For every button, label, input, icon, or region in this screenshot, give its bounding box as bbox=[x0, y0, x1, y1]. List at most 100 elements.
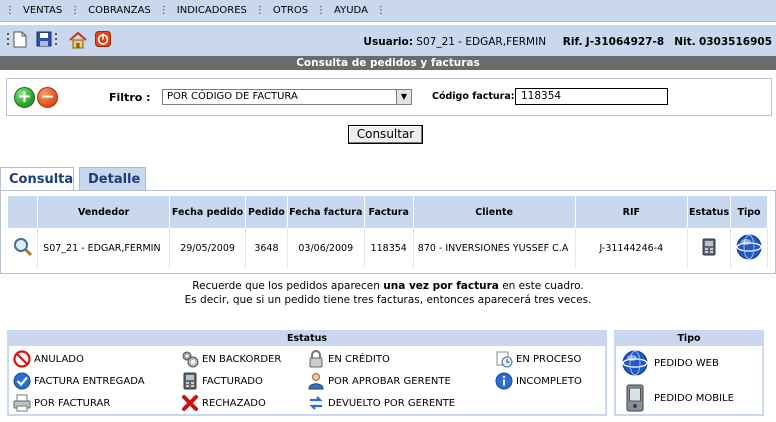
table-row[interactable]: S07_21 - EDGAR,FERMIN 29/05/2009 3648 03… bbox=[8, 228, 768, 268]
column-header: Vendedor bbox=[37, 196, 171, 228]
legend-item-devuelto: DEVUELTO POR GERENTE bbox=[307, 394, 455, 412]
legend-label: PEDIDO WEB bbox=[654, 357, 719, 369]
note-line-2: Es decir, que si un pedido tiene tres fa… bbox=[184, 294, 592, 306]
legend-item-web: PEDIDO WEB bbox=[622, 350, 719, 376]
column-header: Tipo bbox=[730, 196, 768, 228]
power-icon[interactable] bbox=[95, 31, 111, 48]
results-panel: Vendedor Fecha pedido Pedido Fecha factu… bbox=[0, 191, 776, 274]
menu-separator: ⋮ bbox=[70, 5, 81, 16]
globe-icon bbox=[622, 350, 648, 376]
rif-label: Rif. bbox=[562, 36, 583, 48]
menu-separator: ⋮ bbox=[5, 5, 15, 16]
status-legend: Estatus ANULADO EN BACKORDER EN CRÉDITO … bbox=[7, 330, 607, 416]
rif-cell: J-31144246-4 bbox=[575, 228, 689, 268]
checkmark-icon bbox=[13, 372, 31, 390]
lock-icon bbox=[307, 350, 325, 368]
rejected-icon bbox=[181, 394, 199, 412]
menu-separator: ⋮ bbox=[158, 5, 169, 16]
factura-cell: 118354 bbox=[364, 228, 414, 268]
column-header: Estatus bbox=[687, 196, 732, 228]
legend-label: EN PROCESO bbox=[516, 353, 582, 365]
returned-icon bbox=[307, 394, 325, 412]
note-text: Recuerde que los pedidos aparecen bbox=[192, 280, 384, 292]
pedido-web-icon bbox=[736, 234, 762, 263]
printer-icon bbox=[13, 394, 31, 412]
new-document-icon[interactable] bbox=[13, 31, 29, 48]
legend-item-rechazado: RECHAZADO bbox=[181, 394, 266, 412]
legend-item-proceso: EN PROCESO bbox=[495, 350, 581, 368]
menu-item-ayuda[interactable]: AYUDA bbox=[326, 5, 376, 16]
tab-consulta[interactable]: Consulta bbox=[0, 167, 74, 191]
manager-icon bbox=[307, 372, 325, 390]
filter-panel: + − Filtro : POR CÓDIGO DE FACTURA ▼ Cód… bbox=[6, 78, 772, 116]
fecha-factura-cell: 03/06/2009 bbox=[287, 228, 365, 268]
home-icon[interactable] bbox=[68, 31, 88, 49]
legend-label: EN BACKORDER bbox=[202, 353, 282, 365]
legend-item-anulado: ANULADO bbox=[13, 350, 84, 368]
legend-label: POR FACTURAR bbox=[34, 397, 111, 409]
legend-item-entregada: FACTURA ENTREGADA bbox=[13, 372, 145, 390]
remove-button[interactable]: − bbox=[37, 87, 58, 108]
legend-label: PEDIDO MOBILE bbox=[654, 392, 734, 404]
view-cell[interactable] bbox=[8, 228, 39, 268]
process-icon bbox=[495, 350, 513, 368]
facturado-icon bbox=[181, 372, 199, 390]
tab-detalle[interactable]: Detalle bbox=[79, 167, 146, 191]
consultar-button[interactable]: Consultar bbox=[348, 125, 423, 144]
table-header-row: Vendedor Fecha pedido Pedido Fecha factu… bbox=[8, 196, 768, 228]
nit-value: 0303516905 bbox=[698, 36, 772, 48]
column-header bbox=[8, 196, 39, 228]
filter-label: Filtro : bbox=[109, 91, 151, 104]
chevron-down-icon[interactable]: ▼ bbox=[396, 90, 411, 104]
legend-label: FACTURA ENTREGADA bbox=[34, 375, 145, 387]
nit-label: Nit. bbox=[674, 36, 696, 48]
invoice-code-input[interactable]: 118354 bbox=[515, 88, 668, 105]
legend-item-por-facturar: POR FACTURAR bbox=[13, 394, 110, 412]
column-header: Cliente bbox=[413, 196, 576, 228]
column-header: Factura bbox=[364, 196, 414, 228]
legend-label: FACTURADO bbox=[202, 375, 263, 387]
pedido-cell: 3648 bbox=[245, 228, 288, 268]
column-header: Fecha factura bbox=[287, 196, 365, 228]
menu-bar: ⋮ VENTAS ⋮ COBRANZAS ⋮ INDICADORES ⋮ OTR… bbox=[0, 0, 776, 22]
note-text: en este cuadro. bbox=[498, 280, 584, 292]
status-cell bbox=[687, 228, 732, 268]
status-legend-title: Estatus bbox=[9, 332, 605, 346]
tipo-cell bbox=[730, 228, 768, 268]
legend-item-credito: EN CRÉDITO bbox=[307, 350, 390, 368]
legend-label: DEVUELTO POR GERENTE bbox=[328, 397, 456, 409]
code-label: Código factura: bbox=[432, 91, 515, 102]
save-icon[interactable] bbox=[36, 31, 52, 48]
legend-item-facturado: FACTURADO bbox=[181, 372, 263, 390]
filter-select[interactable]: POR CÓDIGO DE FACTURA ▼ bbox=[162, 89, 412, 105]
legend-label: EN CRÉDITO bbox=[328, 353, 390, 365]
add-button[interactable]: + bbox=[14, 87, 35, 108]
legend-label: RECHAZADO bbox=[202, 397, 266, 409]
page-title: Consulta de pedidos y facturas bbox=[0, 56, 776, 70]
note-emphasis: una vez por factura bbox=[383, 280, 499, 292]
menu-item-indicadores[interactable]: INDICADORES bbox=[169, 5, 255, 16]
rif-value: J-31064927-8 bbox=[585, 36, 665, 48]
results-table: Vendedor Fecha pedido Pedido Fecha factu… bbox=[8, 196, 768, 268]
anulado-icon bbox=[13, 350, 31, 368]
info-note: Recuerde que los pedidos aparecen una ve… bbox=[0, 279, 776, 307]
menu-separator: ⋮ bbox=[254, 5, 265, 16]
menu-separator: ⋮ bbox=[375, 5, 386, 16]
vendedor-cell: S07_21 - EDGAR,FERMIN bbox=[37, 228, 171, 268]
user-value: S07_21 - EDGAR,FERMIN bbox=[416, 36, 547, 48]
gears-icon bbox=[181, 350, 199, 368]
user-label: Usuario: bbox=[363, 36, 413, 48]
menu-item-otros[interactable]: OTROS bbox=[265, 5, 316, 16]
legend-label: POR APROBAR GERENTE bbox=[328, 375, 451, 387]
info-icon bbox=[495, 372, 513, 390]
column-header: Pedido bbox=[245, 196, 288, 228]
column-header: Fecha pedido bbox=[169, 196, 246, 228]
menu-item-ventas[interactable]: VENTAS bbox=[15, 5, 70, 16]
legend-label: INCOMPLETO bbox=[516, 375, 582, 387]
legend-item-mobile: PEDIDO MOBILE bbox=[622, 384, 734, 412]
magnifier-icon[interactable] bbox=[13, 237, 33, 260]
toolbar: Usuario: S07_21 - EDGAR,FERMIN Rif. J-31… bbox=[0, 25, 776, 56]
cliente-cell: 870 - INVERSIONES YUSSEF C.A bbox=[413, 228, 576, 268]
menu-item-cobranzas[interactable]: COBRANZAS bbox=[80, 5, 159, 16]
pda-icon bbox=[622, 384, 648, 412]
